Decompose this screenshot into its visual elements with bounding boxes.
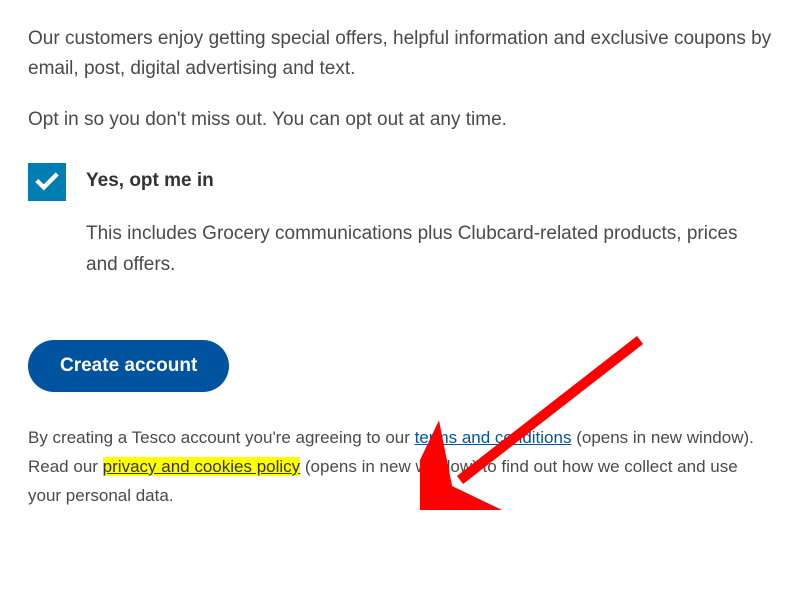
opt-in-checkbox-row: Yes, opt me in bbox=[28, 163, 773, 201]
intro-paragraph: Our customers enjoy getting special offe… bbox=[28, 24, 773, 85]
opt-in-paragraph: Opt in so you don't miss out. You can op… bbox=[28, 105, 773, 135]
create-account-button[interactable]: Create account bbox=[28, 340, 229, 392]
opt-in-checkbox[interactable] bbox=[28, 163, 66, 201]
opt-in-description: This includes Grocery communications plu… bbox=[86, 219, 773, 280]
checkmark-icon bbox=[34, 169, 60, 195]
opt-in-label: Yes, opt me in bbox=[86, 163, 214, 192]
privacy-and-cookies-policy-link[interactable]: privacy and cookies policy bbox=[103, 457, 300, 476]
legal-agreement-text: By creating a Tesco account you're agree… bbox=[28, 424, 773, 511]
legal-text-part1: By creating a Tesco account you're agree… bbox=[28, 428, 415, 447]
terms-and-conditions-link[interactable]: terms and conditions bbox=[415, 428, 572, 447]
